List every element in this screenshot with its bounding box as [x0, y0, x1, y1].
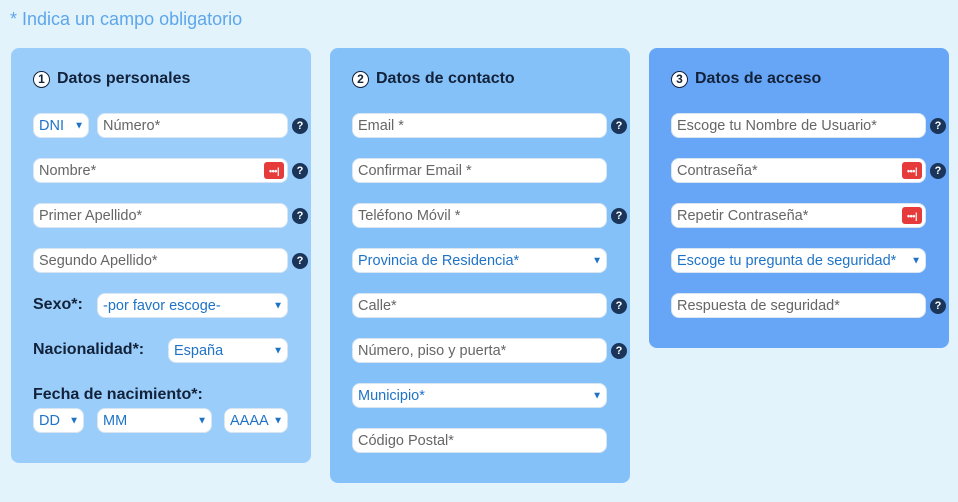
codigo-postal-input[interactable]: Código Postal*	[352, 428, 607, 453]
calle-input[interactable]: Calle*	[352, 293, 607, 318]
nacionalidad-value: España	[174, 342, 224, 359]
doc-type-select[interactable]: DNI ▼	[33, 113, 89, 138]
help-icon[interactable]: ?	[611, 343, 627, 359]
panel-datos-acceso: 3 Datos de acceso Escoge tu Nombre de Us…	[649, 48, 949, 348]
chevron-down-icon: ▼	[911, 255, 921, 266]
year-value: AAAA	[230, 412, 269, 429]
provincia-value: Provincia de Residencia*	[358, 252, 520, 269]
email-input[interactable]: Email *	[352, 113, 607, 138]
nombre-placeholder: Nombre*	[39, 162, 97, 179]
help-icon[interactable]: ?	[292, 118, 308, 134]
help-icon[interactable]: ?	[930, 118, 946, 134]
respuesta-seguridad-input[interactable]: Respuesta de seguridad*	[671, 293, 926, 318]
help-icon[interactable]: ?	[930, 298, 946, 314]
chevron-down-icon: ▼	[592, 255, 602, 266]
month-select[interactable]: MM ▼	[97, 408, 212, 433]
numero-piso-input[interactable]: Número, piso y puerta*	[352, 338, 607, 363]
help-icon[interactable]: ?	[611, 208, 627, 224]
primer-apellido-input[interactable]: Primer Apellido*	[33, 203, 288, 228]
panel-title-text: Datos de contacto	[376, 70, 515, 87]
sexo-label: Sexo*:	[33, 296, 83, 313]
contrasena-placeholder: Contraseña*	[677, 162, 758, 179]
step-number-icon: 1	[33, 70, 50, 88]
panel-datos-personales: 1 Datos personales DNI ▼ Número* ? Nombr…	[11, 48, 311, 463]
repetir-contrasena-placeholder: Repetir Contraseña*	[677, 207, 809, 224]
numero-input[interactable]: Número*	[97, 113, 288, 138]
sexo-select[interactable]: -por favor escoge- ▼	[97, 293, 288, 318]
chevron-down-icon: ▼	[273, 415, 283, 426]
password-manager-icon[interactable]: •••|	[264, 162, 284, 179]
help-icon[interactable]: ?	[611, 298, 627, 314]
step-number-icon: 3	[671, 70, 688, 88]
repetir-contrasena-input[interactable]: Repetir Contraseña* •••|	[671, 203, 926, 228]
nombre-input[interactable]: Nombre* •••|	[33, 158, 288, 183]
help-icon[interactable]: ?	[930, 163, 946, 179]
help-icon[interactable]: ?	[611, 118, 627, 134]
day-select[interactable]: DD ▼	[33, 408, 84, 433]
panel-title-text: Datos de acceso	[695, 70, 822, 87]
required-field-note: * Indica un campo obligatorio	[10, 9, 243, 29]
nacionalidad-label: Nacionalidad*:	[33, 341, 145, 358]
segundo-apellido-input[interactable]: Segundo Apellido*	[33, 248, 288, 273]
nacionalidad-select[interactable]: España ▼	[168, 338, 288, 363]
provincia-select[interactable]: Provincia de Residencia* ▼	[352, 248, 607, 273]
contrasena-input[interactable]: Contraseña* •••|	[671, 158, 926, 183]
pregunta-seguridad-select[interactable]: Escoge tu pregunta de seguridad* ▼	[671, 248, 926, 273]
month-value: MM	[103, 412, 128, 429]
pregunta-seguridad-value: Escoge tu pregunta de seguridad*	[677, 252, 897, 269]
chevron-down-icon: ▼	[273, 300, 283, 311]
help-icon[interactable]: ?	[292, 163, 308, 179]
panel-title: 2 Datos de contacto	[352, 70, 515, 88]
usuario-input[interactable]: Escoge tu Nombre de Usuario*	[671, 113, 926, 138]
step-number-icon: 2	[352, 70, 369, 88]
municipio-select[interactable]: Municipio* ▼	[352, 383, 607, 408]
sexo-value: -por favor escoge-	[103, 297, 221, 314]
panel-datos-contacto: 2 Datos de contacto Email * ? Confirmar …	[330, 48, 630, 483]
help-icon[interactable]: ?	[292, 253, 308, 269]
panel-title: 1 Datos personales	[33, 70, 190, 88]
doc-type-value: DNI	[39, 117, 64, 134]
municipio-value: Municipio*	[358, 387, 425, 404]
day-value: DD	[39, 412, 60, 429]
panel-title: 3 Datos de acceso	[671, 70, 821, 88]
help-icon[interactable]: ?	[292, 208, 308, 224]
panel-title-text: Datos personales	[57, 70, 191, 87]
password-manager-icon[interactable]: •••|	[902, 207, 922, 224]
chevron-down-icon: ▼	[592, 390, 602, 401]
password-manager-icon[interactable]: •••|	[902, 162, 922, 179]
telefono-input[interactable]: Teléfono Móvil *	[352, 203, 607, 228]
confirm-email-input[interactable]: Confirmar Email *	[352, 158, 607, 183]
chevron-down-icon: ▼	[197, 415, 207, 426]
chevron-down-icon: ▼	[69, 415, 79, 426]
chevron-down-icon: ▼	[273, 345, 283, 356]
chevron-down-icon: ▼	[74, 120, 84, 131]
fecha-nacimiento-label: Fecha de nacimiento*:	[33, 386, 203, 403]
year-select[interactable]: AAAA ▼	[224, 408, 288, 433]
